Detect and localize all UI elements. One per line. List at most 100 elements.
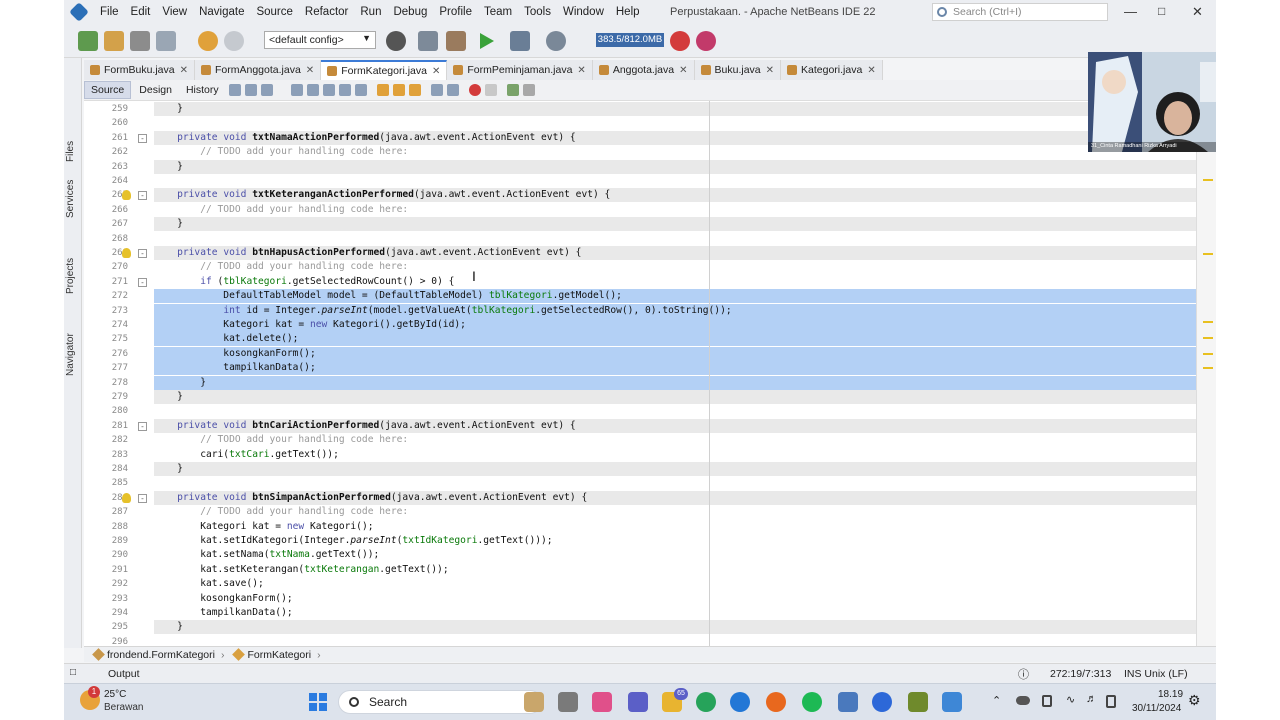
code-line[interactable]: cari(txtCari.getText());	[154, 448, 1196, 462]
code-line[interactable]: // TODO add your handling code here:	[154, 203, 1196, 217]
hint-bulb-icon[interactable]	[122, 492, 131, 503]
screen-recorder-icon[interactable]	[942, 692, 962, 712]
code-line[interactable]: tampilkanData();	[154, 606, 1196, 620]
profiler-snapshot-icon[interactable]	[696, 31, 716, 51]
tray-chevron-up-icon[interactable]: ⌃	[992, 694, 1001, 707]
find-icon[interactable]	[290, 84, 303, 96]
menu-file[interactable]: File	[94, 6, 125, 18]
hint-bulb-icon[interactable]	[122, 190, 131, 201]
clock-time[interactable]: 18.19	[1158, 689, 1183, 700]
code-line[interactable]	[154, 404, 1196, 418]
output-window-icon[interactable]: □	[70, 667, 76, 678]
fold-toggle-icon[interactable]: -	[138, 249, 147, 258]
undo-icon[interactable]	[198, 31, 218, 51]
code-line[interactable]: if (tblKategori.getSelectedRowCount() > …	[154, 275, 1196, 289]
widgets-icon[interactable]	[558, 692, 578, 712]
menu-refactor[interactable]: Refactor	[299, 6, 354, 18]
snipping-tool-icon[interactable]	[908, 692, 928, 712]
source-tab[interactable]: Source	[84, 81, 132, 99]
stop-macro-icon[interactable]	[484, 84, 497, 96]
code-line[interactable]: int id = Integer.parseInt(model.getValue…	[154, 303, 1196, 318]
code-line[interactable]: kat.delete();	[154, 332, 1196, 347]
menu-edit[interactable]: Edit	[125, 6, 157, 18]
projects-panel-tab[interactable]: Projects	[65, 258, 76, 294]
run-icon[interactable]	[476, 31, 496, 51]
menu-navigate[interactable]: Navigate	[193, 6, 250, 18]
debug-icon[interactable]	[510, 31, 530, 51]
navigator-panel-tab[interactable]: Navigator	[65, 333, 76, 376]
next-bookmark-icon[interactable]	[392, 84, 405, 96]
firefox-icon[interactable]	[766, 692, 786, 712]
close-icon[interactable]: ✕	[867, 65, 875, 76]
code-line[interactable]	[154, 174, 1196, 188]
close-icon[interactable]: ✕	[577, 65, 585, 76]
menu-help[interactable]: Help	[610, 6, 646, 18]
battery-icon[interactable]	[1042, 695, 1052, 707]
code-line[interactable]: }	[154, 159, 1196, 174]
menu-run[interactable]: Run	[354, 6, 387, 18]
whatsapp-icon[interactable]	[696, 692, 716, 712]
forward-icon[interactable]	[260, 84, 273, 96]
tab-formpeminjaman[interactable]: FormPeminjaman.java ✕	[447, 60, 593, 80]
find-previous-icon[interactable]	[306, 84, 319, 96]
code-line[interactable]	[154, 232, 1196, 246]
notifications-icon[interactable]: ⓘ	[1018, 666, 1029, 682]
back-icon[interactable]	[244, 84, 257, 96]
find-selection-icon[interactable]	[338, 84, 351, 96]
tab-formanggota[interactable]: FormAnggota.java ✕	[195, 60, 322, 80]
prev-bookmark-icon[interactable]	[376, 84, 389, 96]
code-line[interactable]	[154, 476, 1196, 490]
breadcrumb-class[interactable]: FormKategori	[247, 649, 311, 661]
menu-debug[interactable]: Debug	[387, 6, 433, 18]
clock-date[interactable]: 30/11/2024	[1132, 703, 1181, 714]
warning-marker[interactable]	[1203, 179, 1213, 181]
fold-toggle-icon[interactable]: -	[138, 133, 147, 143]
teams-icon[interactable]	[628, 692, 648, 712]
close-icon[interactable]: ✕	[432, 66, 440, 77]
memory-indicator[interactable]: 383.5/812.0MB	[596, 33, 664, 47]
output-label[interactable]: Output	[108, 668, 140, 680]
code-line[interactable]: }	[154, 217, 1196, 232]
design-tab[interactable]: Design	[133, 82, 178, 98]
task-view-icon[interactable]	[524, 692, 544, 712]
breadcrumb-package[interactable]: frondend.FormKategori	[107, 649, 215, 661]
code-line[interactable]: }	[154, 462, 1196, 476]
code-line[interactable]: kosongkanForm();	[154, 346, 1196, 361]
find-next-icon[interactable]	[322, 84, 335, 96]
weather-desc[interactable]: Berawan	[104, 702, 143, 713]
code-line[interactable]: }	[154, 375, 1196, 390]
files-panel-tab[interactable]: Files	[65, 141, 76, 162]
code-line[interactable]: }	[154, 102, 1196, 116]
tab-formbuku[interactable]: FormBuku.java ✕	[84, 60, 195, 80]
gc-icon[interactable]	[670, 31, 690, 51]
code-line[interactable]: }	[154, 390, 1196, 404]
code-line[interactable]: Kategori kat = new Kategori().getById(id…	[154, 318, 1196, 332]
close-icon[interactable]: ✕	[180, 65, 188, 76]
battery-level-icon[interactable]	[1106, 695, 1116, 708]
code-line[interactable]: private void btnHapusActionPerformed(jav…	[154, 246, 1196, 260]
editor-scrollbar[interactable]	[1196, 101, 1216, 646]
menu-window[interactable]: Window	[557, 6, 610, 18]
profile-icon[interactable]	[546, 31, 566, 51]
code-line[interactable]: kat.setKeterangan(txtKeterangan.getText(…	[154, 563, 1196, 577]
code-line[interactable]: Kategori kat = new Kategori();	[154, 520, 1196, 534]
wifi-icon[interactable]: ∿	[1066, 693, 1075, 706]
code-line[interactable]: tampilkanData();	[154, 361, 1196, 376]
menu-view[interactable]: View	[156, 6, 193, 18]
new-project-icon[interactable]	[104, 31, 124, 51]
open-project-icon[interactable]	[130, 31, 150, 51]
tab-formkategori[interactable]: FormKategori.java ✕	[321, 60, 448, 80]
code-line[interactable]: private void btnCariActionPerformed(java…	[154, 418, 1196, 433]
code-line[interactable]: private void btnSimpanActionPerformed(ja…	[154, 490, 1196, 505]
warning-marker[interactable]	[1203, 253, 1213, 255]
toggle-highlight-icon[interactable]	[354, 84, 367, 96]
close-icon[interactable]: ✕	[306, 65, 314, 76]
code-line[interactable]	[154, 116, 1196, 130]
code-line[interactable]: kat.setIdKategori(Integer.parseInt(txtId…	[154, 534, 1196, 548]
code-line[interactable]: }	[154, 620, 1196, 635]
config-select[interactable]: <default config> ▼	[264, 31, 376, 49]
build-hammer-icon[interactable]	[418, 31, 438, 51]
fold-toggle-icon[interactable]: -	[138, 421, 147, 431]
minimize-button[interactable]: —	[1124, 4, 1137, 19]
uncomment-icon[interactable]	[522, 84, 535, 96]
